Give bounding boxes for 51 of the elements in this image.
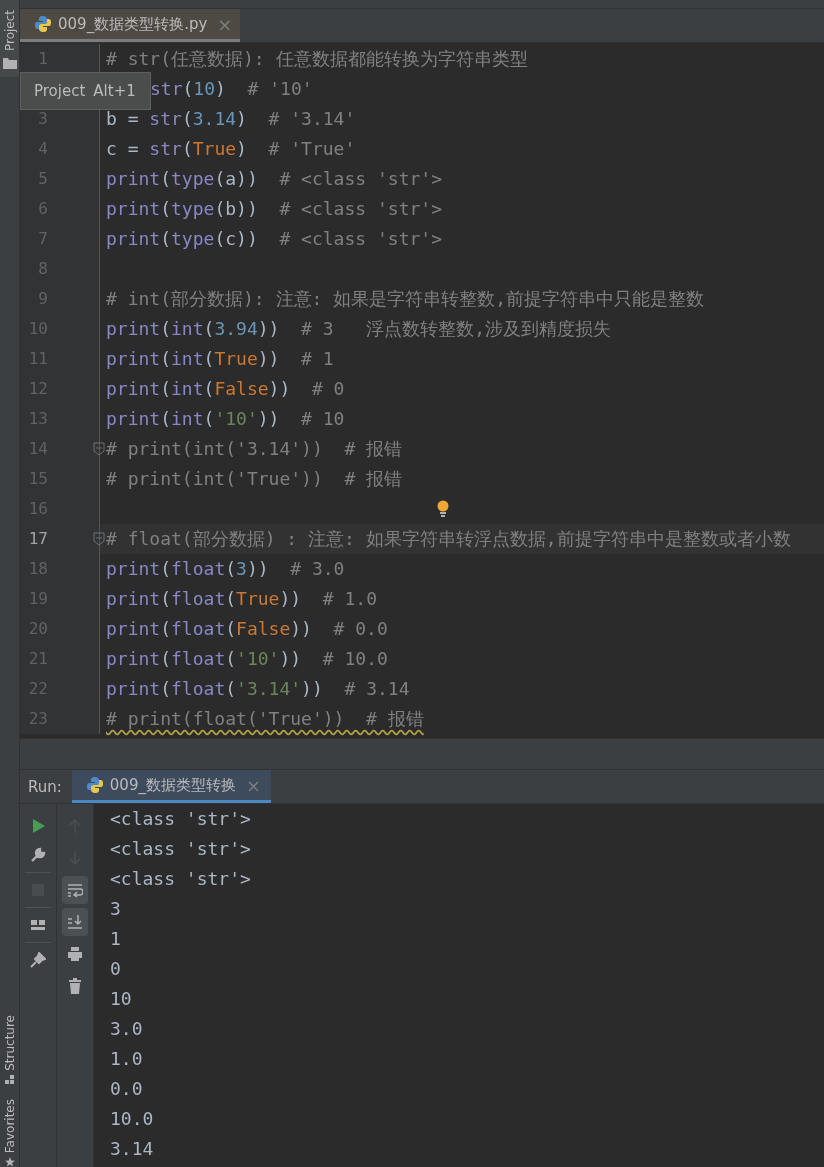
code-line: print(int(False)) # 0 <box>106 377 345 401</box>
code-line: # int(部分数据): 注意: 如果是字符串转整数,前提字符串中只能是整数 <box>106 287 705 311</box>
output-line: 0.0 <box>110 1077 144 1101</box>
fold-icon[interactable] <box>93 532 105 546</box>
line-number: 17 <box>27 528 48 550</box>
star-icon <box>4 1157 15 1167</box>
lightbulb-icon[interactable] <box>437 500 449 518</box>
code-line: print(int('10')) # 10 <box>106 407 345 431</box>
run-tab[interactable]: 009_数据类型转换 × <box>71 770 272 803</box>
code-line: # print(float('True')) # 报错 <box>106 707 424 731</box>
output-line: 0 <box>110 957 122 981</box>
output-line: <class 'str'> <box>110 837 252 861</box>
output-line: 10.0 <box>110 1107 155 1131</box>
code-line: print(float('10')) # 10.0 <box>106 647 388 671</box>
soft-wrap-icon[interactable] <box>62 876 88 904</box>
code-line: c = str(True) # 'True' <box>106 137 356 161</box>
code-line: # float(部分数据) : 注意: 如果字符串转浮点数据,前提字符串中是整数或者小数 <box>106 527 791 551</box>
code-line: print(float(True)) # 1.0 <box>106 587 377 611</box>
code-line: print(float(3)) # 3.0 <box>106 557 345 581</box>
run-label: Run: <box>27 777 63 796</box>
output-line: 3 <box>110 897 122 921</box>
code-line: print(type(c)) # <class 'str'> <box>106 227 442 251</box>
shortcut-text: Alt+1 <box>93 82 136 100</box>
fold-icon[interactable] <box>93 442 105 456</box>
editor-tab[interactable]: 009_数据类型转换.py × <box>20 9 241 42</box>
code-line: print(float(False)) # 0.0 <box>106 617 388 641</box>
code-line: # print(int('3.14')) # 报错 <box>106 437 403 461</box>
tool-window-button[interactable]: Structure <box>0 1014 19 1071</box>
output-line: 3.14 <box>110 1137 155 1161</box>
code-line: # print(int('True')) # 报错 <box>106 467 403 491</box>
code-line: print(int(True)) # 1 <box>106 347 334 371</box>
structure-icon <box>4 1074 15 1085</box>
output-line: 10 <box>110 987 133 1011</box>
folder-icon <box>2 57 17 70</box>
scroll-to-end-icon[interactable] <box>62 908 88 936</box>
output-line: <class 'str'> <box>110 807 252 831</box>
code-line: print(float('3.14')) # 3.14 <box>106 677 410 701</box>
tooltip-title: Project <box>34 82 86 100</box>
output-line: <class 'str'> <box>110 867 252 891</box>
code-line: print(type(b)) # <class 'str'> <box>106 197 442 221</box>
code-line: b = str(3.14) # '3.14' <box>106 107 356 131</box>
tool-window-button[interactable]: Favorites <box>0 1098 19 1153</box>
output-line: 1 <box>110 927 122 951</box>
python-file-icon <box>34 15 52 33</box>
python-file-icon <box>85 776 104 794</box>
code-line: print(type(a)) # <class 'str'> <box>106 167 442 191</box>
output-line: 1.0 <box>110 1047 144 1071</box>
code-line: # str(任意数据): 任意数据都能转换为字符串类型 <box>106 47 528 71</box>
code-line: str(10) # '10' <box>150 77 313 101</box>
code-line: print(int(3.94)) # 3 浮点数转整数,涉及到精度损失 <box>106 317 611 341</box>
output-line: 3.0 <box>110 1017 144 1041</box>
